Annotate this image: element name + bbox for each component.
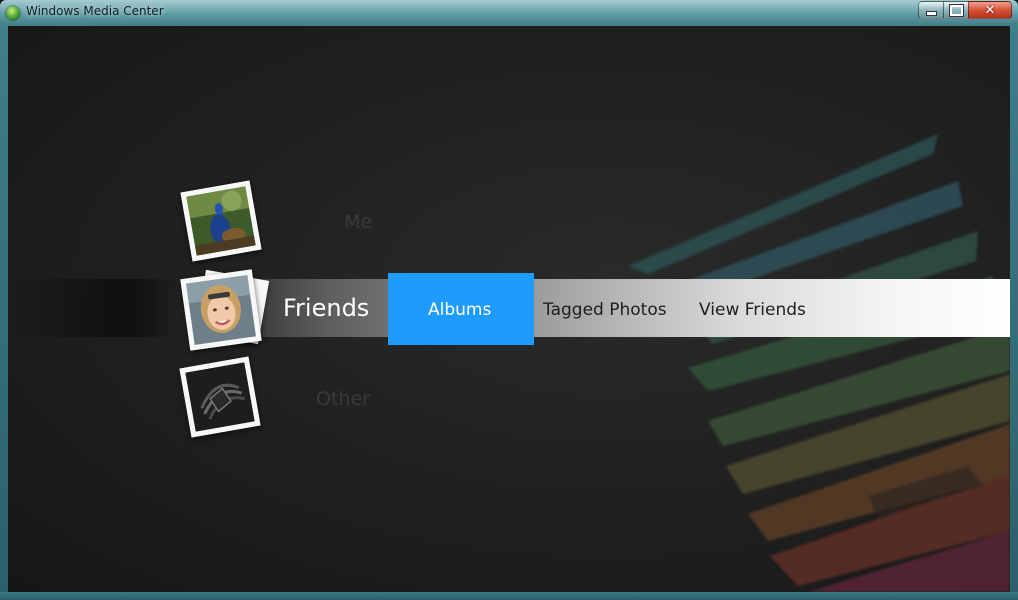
menu-item-tagged-photos[interactable]: Tagged Photos — [543, 300, 667, 320]
media-center-content: Me Friends Other Albums Tagged Photos Vi… — [8, 26, 1010, 592]
friends-thumbnail[interactable] — [180, 269, 262, 351]
minimize-icon — [925, 10, 937, 16]
maximize-icon — [949, 4, 963, 16]
peacock-photo-icon — [186, 186, 256, 256]
title-bar[interactable]: Windows Media Center ✕ — [0, 0, 1018, 26]
media-center-logo-icon — [6, 6, 20, 20]
category-me[interactable]: Me — [344, 211, 372, 233]
me-thumbnail[interactable] — [180, 180, 262, 262]
minimize-button[interactable] — [918, 1, 944, 19]
close-icon: ✕ — [984, 2, 996, 18]
category-other[interactable]: Other — [316, 388, 370, 410]
media-center-window: Windows Media Center ✕ Me Friends Other … — [0, 0, 1018, 600]
menu-item-albums[interactable]: Albums — [428, 300, 491, 320]
window-controls: ✕ — [918, 1, 1012, 19]
window-bottom-border — [0, 592, 1018, 600]
category-friends[interactable]: Friends — [283, 294, 369, 322]
menu-item-view-friends[interactable]: View Friends — [699, 300, 806, 320]
other-thumbnail[interactable] — [179, 356, 261, 438]
window-title: Windows Media Center — [26, 4, 164, 18]
portrait-photo-icon — [185, 274, 257, 346]
abstract-photo-icon — [185, 362, 255, 432]
close-button[interactable]: ✕ — [968, 1, 1012, 19]
maximize-button[interactable] — [943, 1, 969, 19]
